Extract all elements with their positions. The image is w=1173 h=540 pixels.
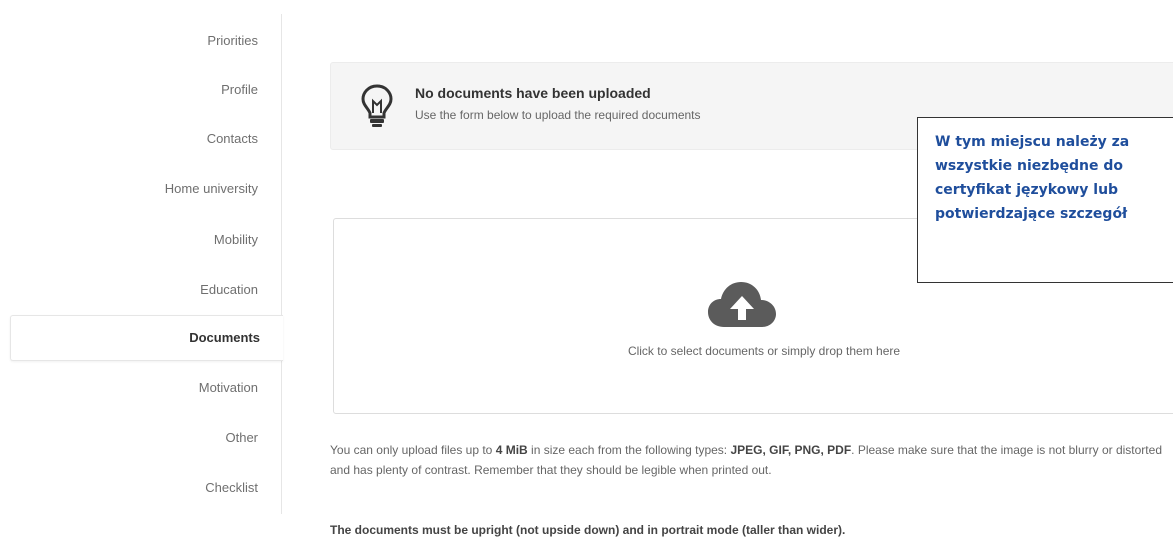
sidebar-item-motivation[interactable]: Motivation xyxy=(199,380,258,395)
sidebar-item-documents[interactable]: Documents xyxy=(10,315,283,361)
max-size-value: 4 MiB xyxy=(495,443,528,457)
sidebar-nav: Priorities Profile Contacts Home univers… xyxy=(0,0,283,534)
orientation-info-text: The documents must be upright (not upsid… xyxy=(330,523,846,537)
sidebar-item-label: Documents xyxy=(189,330,260,345)
annotation-callout: W tym miejscu należy za wszystkie niezbę… xyxy=(917,117,1173,283)
sidebar-item-checklist[interactable]: Checklist xyxy=(205,480,258,495)
cloud-upload-icon xyxy=(708,282,776,327)
callout-line: potwierdzające szczegół xyxy=(935,206,1128,222)
alert-text: Use the form below to upload the require… xyxy=(415,108,701,122)
callout-line: W tym miejscu należy za xyxy=(935,134,1130,150)
sidebar-item-mobility[interactable]: Mobility xyxy=(214,232,258,247)
sidebar-item-other[interactable]: Other xyxy=(225,430,258,445)
sidebar-item-profile[interactable]: Profile xyxy=(221,82,258,97)
callout-line: certyfikat językowy lub xyxy=(935,182,1119,198)
sidebar-item-home-university[interactable]: Home university xyxy=(165,181,258,196)
info-text-part: in size each from the following types: xyxy=(527,443,731,457)
lightbulb-icon xyxy=(361,84,393,127)
sidebar-item-contacts[interactable]: Contacts xyxy=(207,131,258,146)
dropzone-text: Click to select documents or simply drop… xyxy=(627,344,901,358)
sidebar-divider xyxy=(281,14,282,514)
info-text-part: You can only upload files up to xyxy=(330,443,496,457)
sidebar-item-education[interactable]: Education xyxy=(200,282,258,297)
sidebar-item-priorities[interactable]: Priorities xyxy=(207,33,258,48)
upload-info-text: You can only upload files up to 4 MiB in… xyxy=(330,440,1173,480)
callout-line: wszystkie niezbędne do xyxy=(935,158,1123,174)
allowed-types: JPEG, GIF, PNG, PDF xyxy=(730,443,852,457)
alert-title: No documents have been uploaded xyxy=(415,85,651,101)
